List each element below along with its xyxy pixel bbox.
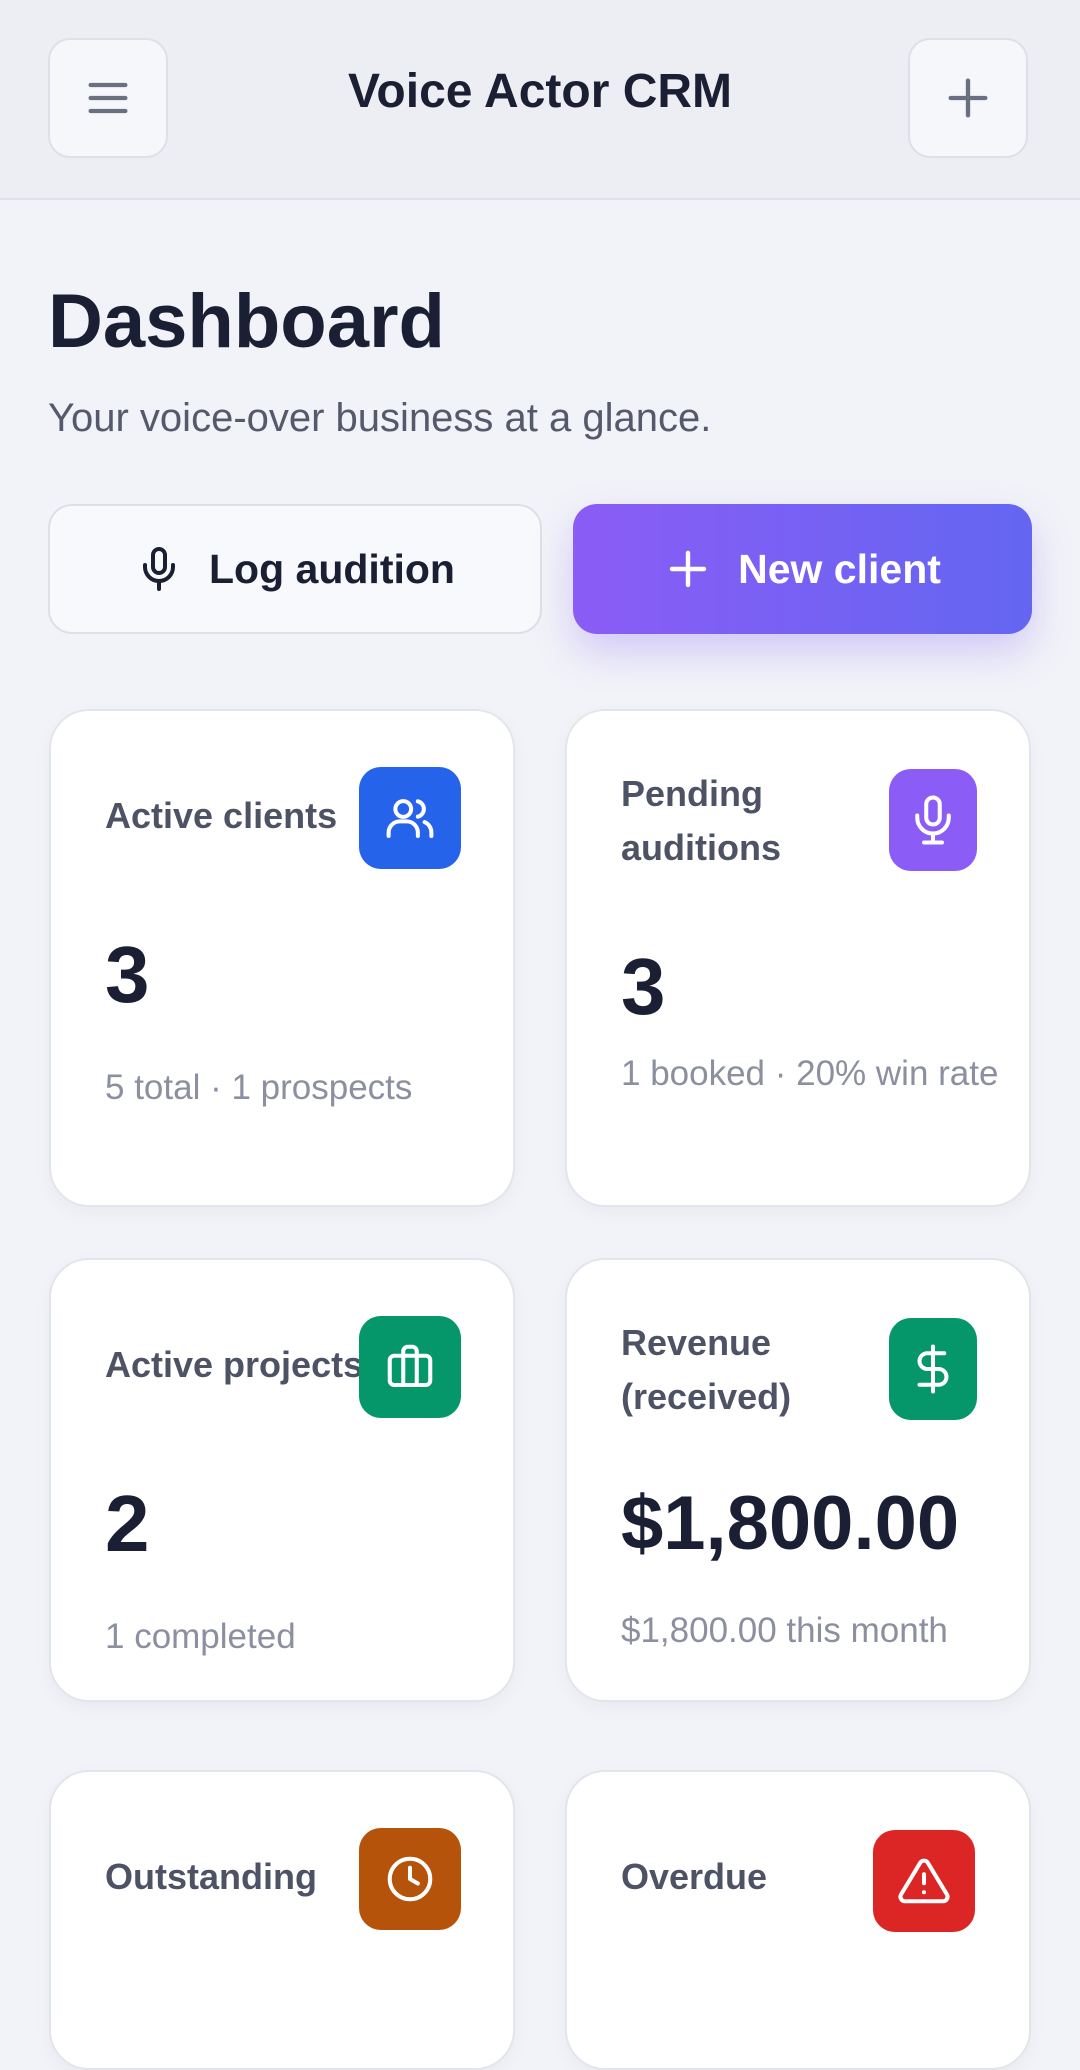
top-bar: Voice Actor CRM — [0, 0, 1080, 200]
page-title: Dashboard — [48, 279, 445, 364]
users-badge — [359, 767, 461, 869]
new-client-label: New client — [738, 545, 941, 592]
dollar-icon — [917, 1344, 949, 1394]
card-subtext: $1,800.00 this month — [621, 1611, 948, 1650]
microphone-icon — [143, 547, 176, 591]
card-subtext: 5 total · 1 prospects — [105, 1068, 413, 1107]
alert-badge — [873, 1830, 975, 1932]
users-icon — [386, 799, 434, 839]
card-subtext: 1 completed — [105, 1617, 296, 1656]
clock-icon — [387, 1856, 433, 1902]
stat-card-revenue[interactable]: Revenue (received) $1,800.00 $1,800.00 t… — [565, 1258, 1031, 1702]
card-label: Overdue — [621, 1856, 768, 1897]
plus-icon — [948, 78, 988, 118]
card-label: Outstanding — [105, 1856, 317, 1897]
briefcase-icon — [387, 1344, 433, 1388]
log-audition-label: Log audition — [209, 545, 455, 592]
card-label: Active clients — [105, 795, 338, 836]
stat-card-overdue[interactable]: Overdue — [565, 1770, 1031, 2070]
stat-card-outstanding[interactable]: Outstanding — [49, 1770, 515, 2070]
dollar-badge — [889, 1318, 977, 1420]
card-label: Active projects — [105, 1344, 364, 1385]
new-client-button[interactable]: New client — [573, 504, 1032, 634]
card-label: Revenue (received) — [621, 1322, 792, 1417]
add-button[interactable] — [908, 38, 1028, 158]
stat-card-active-clients[interactable]: Active clients 3 5 total · 1 prospects — [49, 709, 515, 1207]
plus-icon — [669, 550, 707, 588]
card-value: 3 — [621, 942, 666, 1031]
microphone-icon — [915, 795, 951, 845]
card-value: 2 — [105, 1479, 150, 1568]
page-subtitle: Your voice-over business at a glance. — [48, 396, 712, 440]
alert-triangle-icon — [898, 1858, 950, 1904]
card-label: Pending auditions — [621, 773, 781, 868]
card-value: $1,800.00 — [621, 1481, 960, 1566]
card-value: 3 — [105, 930, 150, 1019]
stat-card-pending-auditions[interactable]: Pending auditions 3 1 booked · 20% win r… — [565, 709, 1031, 1207]
card-subtext: 1 booked · 20% win rate — [621, 1054, 999, 1093]
log-audition-button[interactable]: Log audition — [48, 504, 542, 634]
microphone-badge — [889, 769, 977, 871]
clock-badge — [359, 1828, 461, 1930]
stat-card-active-projects[interactable]: Active projects 2 1 completed — [49, 1258, 515, 1702]
briefcase-badge — [359, 1316, 461, 1418]
